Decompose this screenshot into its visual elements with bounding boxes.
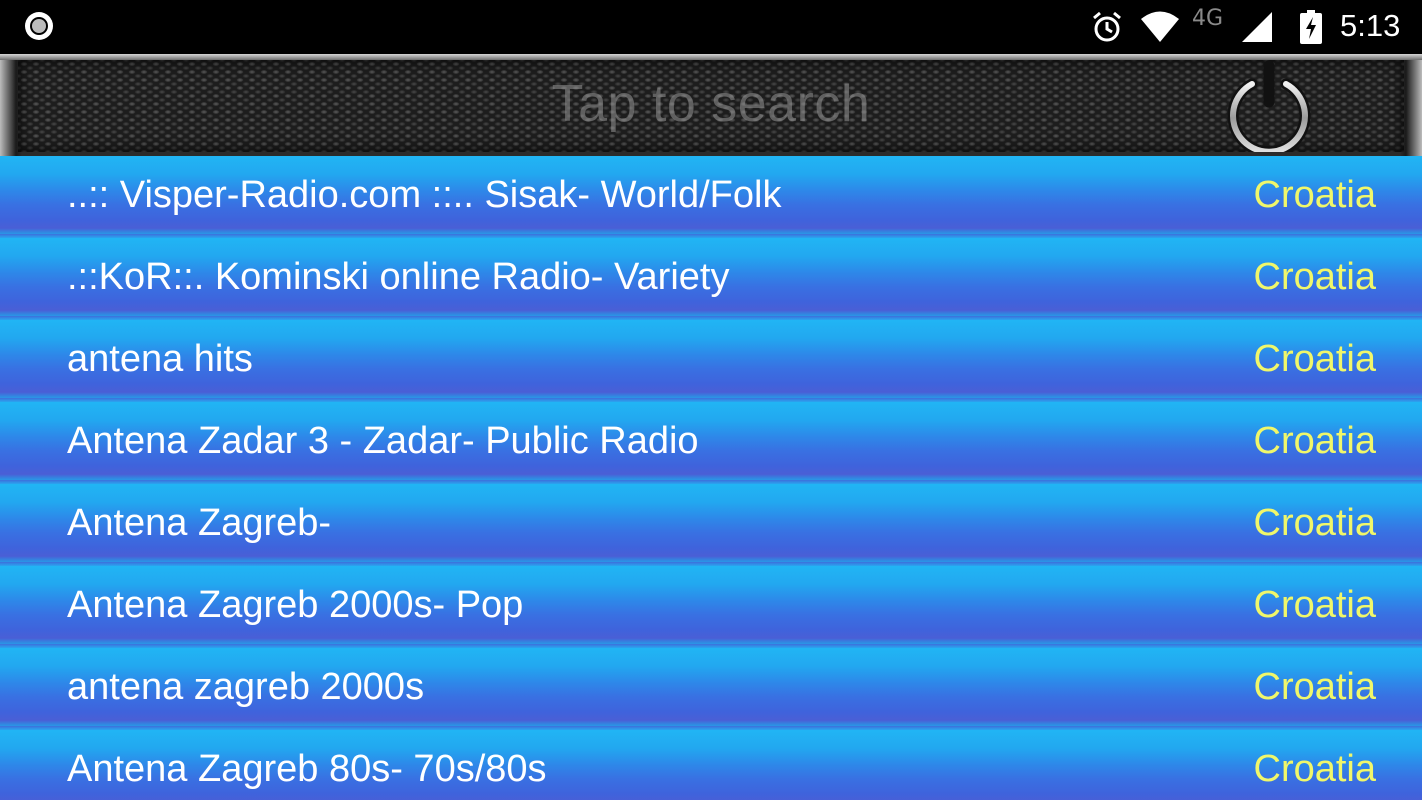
station-country: Croatia [1253,256,1377,298]
station-name: .::KoR::. Kominski online Radio- Variety [67,256,730,298]
station-row[interactable]: .::KoR::. Kominski online Radio- Variety… [0,238,1422,320]
station-country: Croatia [1253,174,1377,216]
station-name: antena zagreb 2000s [67,666,425,708]
station-name: antena hits [67,338,253,380]
wifi-icon [1140,10,1180,49]
network-type: 4G [1192,6,1224,31]
station-name: Antena Zagreb 2000s- Pop [67,584,524,626]
status-clock: 5:13 [1340,8,1401,43]
station-country: Croatia [1253,338,1377,380]
alarm-icon [1090,10,1124,49]
station-country: Croatia [1253,666,1377,708]
search-input[interactable]: Tap to search [0,74,1422,134]
header-rim [0,54,1422,60]
station-country: Croatia [1253,748,1377,790]
station-country: Croatia [1253,584,1377,626]
station-row[interactable]: ..:: Visper-Radio.com ::.. Sisak- World/… [0,156,1422,238]
station-row[interactable]: Antena Zagreb 80s- 70s/80s Croatia [0,730,1422,800]
status-bar: 4G 5:13 [0,0,1422,54]
station-name: Antena Zadar 3 - Zadar- Public Radio [67,420,699,462]
station-row[interactable]: antena hits Croatia [0,320,1422,402]
battery-charging-icon [1300,10,1322,49]
station-row[interactable]: Antena Zagreb 2000s- Pop Croatia [0,566,1422,648]
station-country: Croatia [1253,420,1377,462]
station-row[interactable]: Antena Zadar 3 - Zadar- Public Radio Cro… [0,402,1422,484]
station-name: Antena Zagreb 80s- 70s/80s [67,748,547,790]
power-icon [1227,60,1311,158]
station-row[interactable]: antena zagreb 2000s Croatia [0,648,1422,730]
station-name: Antena Zagreb- [67,502,332,544]
search-header: Tap to search [0,54,1422,158]
station-list: ..:: Visper-Radio.com ::.. Sisak- World/… [0,156,1422,800]
station-row[interactable]: Antena Zagreb- Croatia [0,484,1422,566]
signal-icon [1240,10,1274,49]
station-name: ..:: Visper-Radio.com ::.. Sisak- World/… [67,174,782,216]
station-country: Croatia [1253,502,1377,544]
power-button[interactable] [1224,58,1314,158]
app-screen: 4G 5:13 Tap to search ..:: Visper-Radio.… [0,0,1422,800]
record-circle-icon [23,10,55,42]
